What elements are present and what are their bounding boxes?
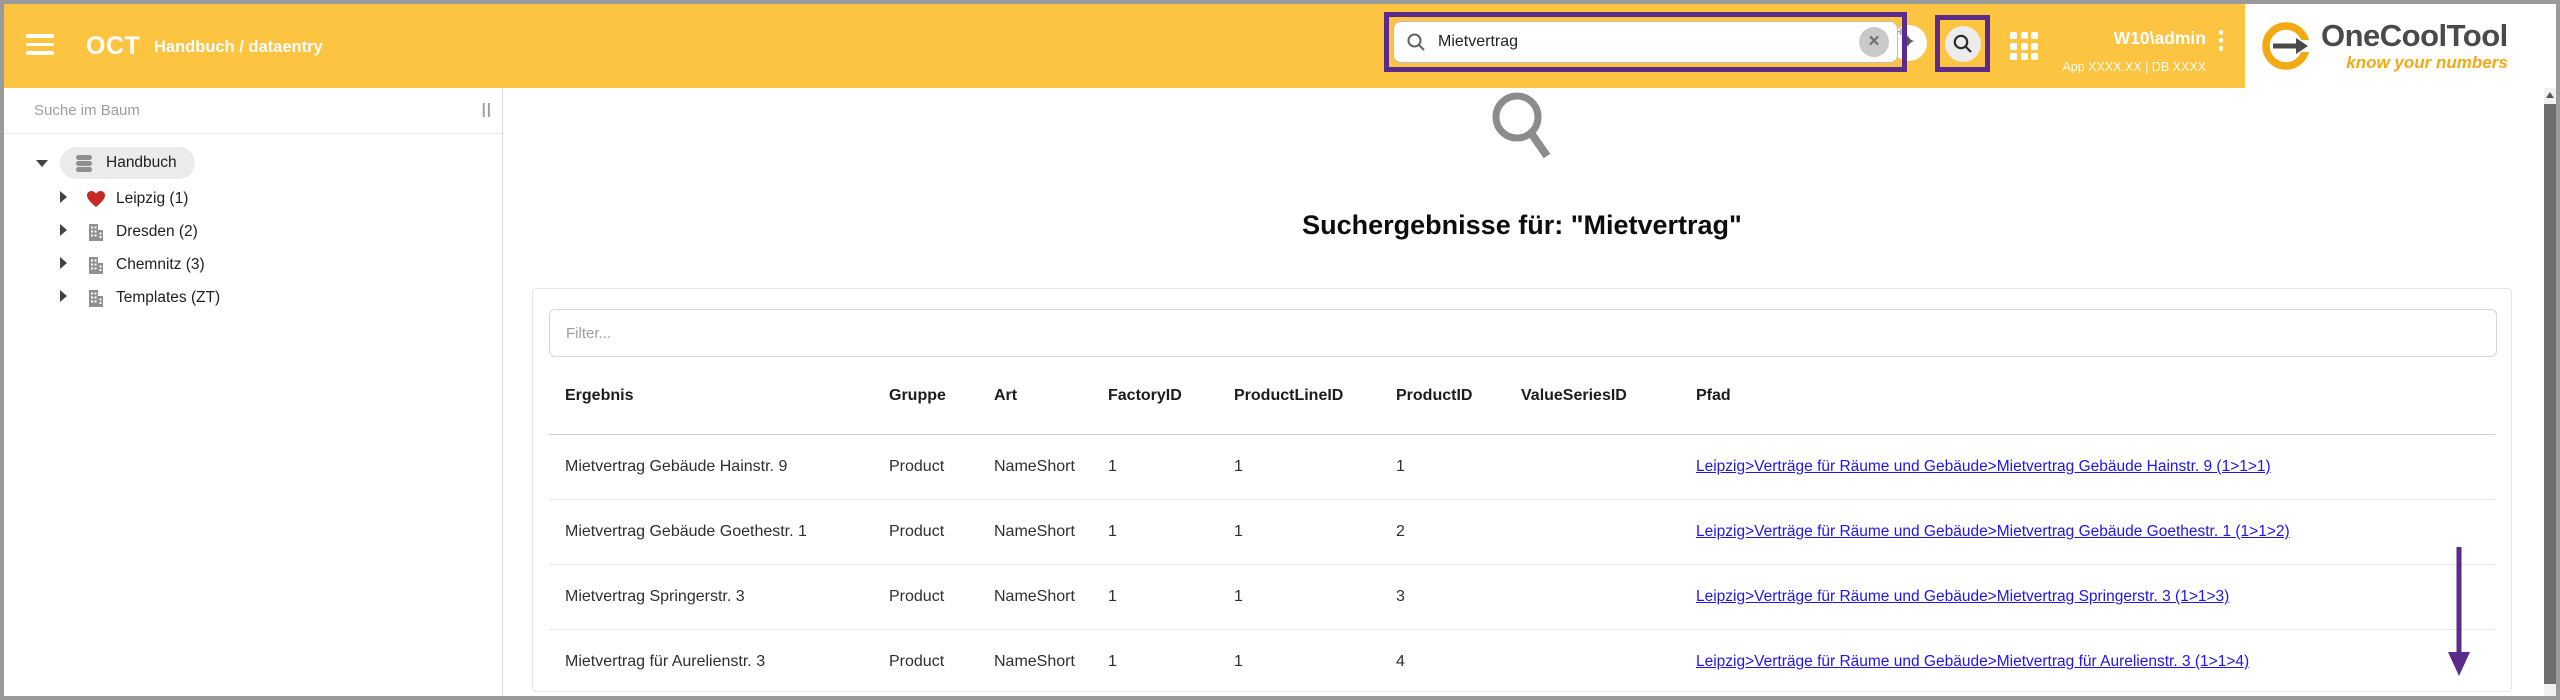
- result-path-link[interactable]: Leipzig>Verträge für Räume und Gebäude>M…: [1696, 653, 2495, 671]
- navigation-tree: Handbuch Leipzig (1) Dresden (2) Chemnit…: [4, 144, 502, 314]
- chevron-right-icon[interactable]: [60, 190, 67, 203]
- logo-tagline: know your numbers: [2346, 52, 2508, 72]
- results-heading: Suchergebnisse für: "Mietvertrag": [1302, 210, 1742, 240]
- cell-productid: 1: [1396, 458, 1405, 475]
- topbar: OCT Handbuch / dataentry Mietvertrag × ✦…: [4, 4, 2556, 88]
- chevron-down-icon[interactable]: [36, 160, 48, 167]
- cell-ergebnis: Mietvertrag Gebäude Goethestr. 1: [565, 523, 807, 540]
- building-icon: [84, 222, 108, 242]
- cell-gruppe: Product: [889, 588, 945, 605]
- tree-item-label: Leipzig (1): [116, 189, 189, 207]
- result-path-link[interactable]: Leipzig>Verträge für Räume und Gebäude>M…: [1696, 458, 2495, 476]
- search-input[interactable]: [1436, 32, 1859, 52]
- main-content: Suchergebnisse für: "Mietvertrag" Ergebn…: [504, 88, 2556, 696]
- cell-factoryid: 1: [1108, 588, 1117, 605]
- column-header: Pfad: [1696, 386, 1731, 404]
- cell-gruppe: Product: [889, 653, 945, 670]
- tree-search-input[interactable]: [4, 88, 424, 132]
- topbar-search-box[interactable]: [1393, 21, 1898, 63]
- table-row: Mietvertrag Gebäude Hainstr. 9 Product N…: [549, 435, 2495, 500]
- cell-productlineid: 1: [1234, 458, 1243, 475]
- table-row: Mietvertrag für Aurelienstr. 3 Product N…: [549, 630, 2495, 691]
- kebab-menu-icon[interactable]: [2214, 30, 2228, 56]
- chevron-right-icon[interactable]: [60, 256, 67, 269]
- results-card: Ergebnis Gruppe Art FactoryID ProductLin…: [532, 288, 2512, 692]
- cell-art: NameShort: [994, 458, 1075, 475]
- tree-item-label: Templates (ZT): [116, 288, 221, 306]
- cell-productlineid: 1: [1234, 523, 1243, 540]
- app-version-label: App XXXX.XX | DB XXXX: [2062, 60, 2206, 74]
- column-header: FactoryID: [1108, 386, 1182, 404]
- tree-item-chemnitz[interactable]: Chemnitz (3): [4, 248, 502, 281]
- tree-item-leipzig[interactable]: Leipzig (1): [4, 182, 502, 215]
- cell-factoryid: 1: [1108, 653, 1117, 670]
- cell-art: NameShort: [994, 523, 1075, 540]
- selected-tree-node[interactable]: Handbuch: [60, 147, 195, 179]
- column-header: ValueSeriesID: [1521, 386, 1627, 404]
- cell-productlineid: 1: [1234, 588, 1243, 605]
- column-header: ProductID: [1396, 386, 1473, 404]
- building-icon: [84, 255, 108, 275]
- cell-ergebnis: Mietvertrag Springerstr. 3: [565, 588, 745, 605]
- breadcrumb: Handbuch / dataentry: [154, 38, 323, 56]
- table-header-row: Ergebnis Gruppe Art FactoryID ProductLin…: [549, 357, 2495, 435]
- clear-search-icon[interactable]: [1859, 27, 1889, 57]
- app-title: OCT: [86, 32, 141, 60]
- scroll-up-icon[interactable]: [2546, 92, 2554, 98]
- search-icon: [1407, 33, 1425, 51]
- cell-art: NameShort: [994, 653, 1075, 670]
- column-header: ProductLineID: [1234, 386, 1344, 404]
- cell-productid: 2: [1396, 523, 1405, 540]
- logo: OneCoolTool know your numbers: [2245, 4, 2556, 88]
- tree-item-label: Handbuch: [106, 154, 177, 171]
- annotation-box-search-input: [1384, 12, 1907, 72]
- result-path-link[interactable]: Leipzig>Verträge für Räume und Gebäude>M…: [1696, 588, 2495, 606]
- app-window: OCT Handbuch / dataentry Mietvertrag × ✦…: [0, 0, 2560, 700]
- column-header: Ergebnis: [565, 386, 634, 404]
- heart-icon: [84, 190, 108, 208]
- annotation-arrow: [2448, 547, 2470, 676]
- cell-art: NameShort: [994, 588, 1075, 605]
- cell-gruppe: Product: [889, 458, 945, 475]
- column-header: Art: [994, 386, 1018, 404]
- database-icon: [72, 152, 96, 174]
- cell-ergebnis: Mietvertrag für Aurelienstr. 3: [565, 653, 766, 670]
- logo-name: OneCoolTool: [2321, 17, 2508, 53]
- sidebar-resize-handle[interactable]: ||: [482, 101, 492, 118]
- user-menu[interactable]: W10\admin: [1994, 28, 2206, 49]
- tree-item-templates[interactable]: Templates (ZT): [4, 281, 502, 314]
- cell-factoryid: 1: [1108, 458, 1117, 475]
- result-path-link[interactable]: Leipzig>Verträge für Räume und Gebäude>M…: [1696, 523, 2495, 541]
- sidebar: || Handbuch: [4, 88, 503, 696]
- tree-item-handbuch[interactable]: Handbuch: [4, 144, 502, 182]
- search-results-icon: [1492, 92, 1551, 159]
- chevron-right-icon[interactable]: [60, 223, 67, 236]
- scrollbar-thumb[interactable]: [2544, 104, 2556, 684]
- search-button[interactable]: [1944, 25, 1981, 62]
- cell-gruppe: Product: [889, 523, 945, 540]
- cell-productlineid: 1: [1234, 653, 1243, 670]
- cell-productid: 4: [1396, 653, 1405, 670]
- building-icon: [84, 288, 108, 308]
- cell-productid: 3: [1396, 588, 1405, 605]
- tree-item-dresden[interactable]: Dresden (2): [4, 215, 502, 248]
- menu-icon[interactable]: [26, 34, 54, 56]
- tree-item-label: Dresden (2): [116, 222, 198, 240]
- chevron-right-icon[interactable]: [60, 289, 67, 302]
- table-row: Mietvertrag Springerstr. 3 Product NameS…: [549, 565, 2495, 630]
- filter-input[interactable]: [549, 309, 2497, 357]
- column-header: Gruppe: [889, 386, 946, 404]
- annotation-box-search-button: [1935, 15, 1990, 72]
- cell-ergebnis: Mietvertrag Gebäude Hainstr. 9: [565, 458, 788, 475]
- cell-factoryid: 1: [1108, 523, 1117, 540]
- vertical-scrollbar[interactable]: [2544, 88, 2556, 696]
- table-row: Mietvertrag Gebäude Goethestr. 1 Product…: [549, 500, 2495, 565]
- logo-mark-icon: [2262, 22, 2313, 70]
- tree-item-label: Chemnitz (3): [116, 255, 205, 273]
- search-icon: [1953, 34, 1972, 53]
